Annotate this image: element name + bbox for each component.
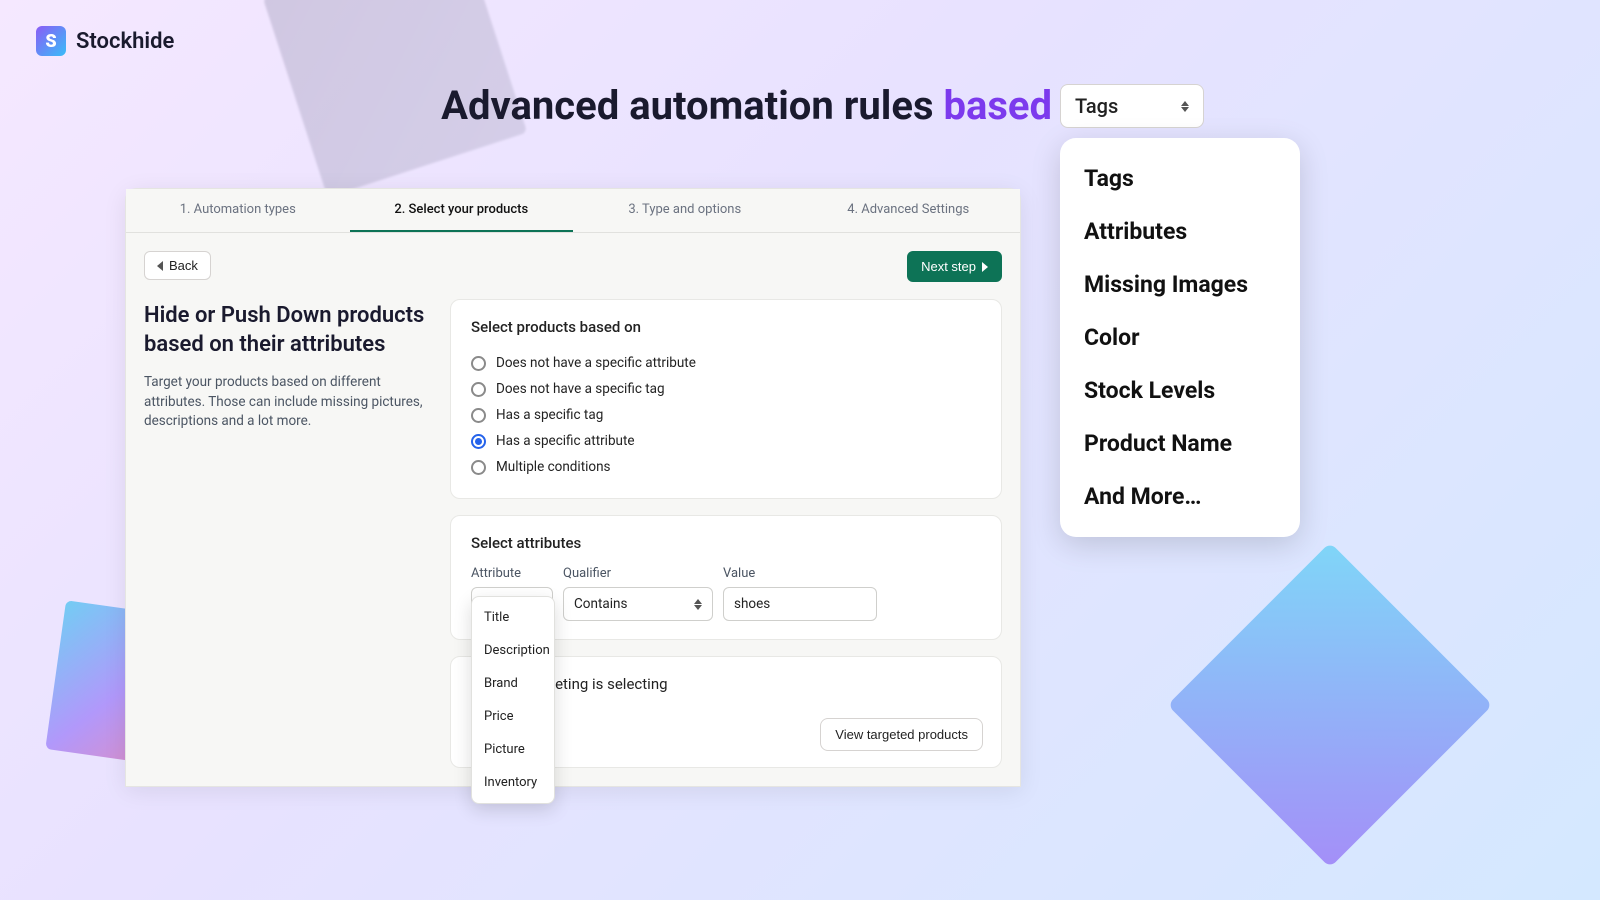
attribute-dropdown-menu: Title Description Brand Price Picture In…	[471, 596, 555, 804]
radio-icon	[471, 356, 486, 371]
next-step-label: Next step	[921, 259, 976, 274]
chevron-left-icon	[157, 261, 163, 271]
chevron-right-icon	[982, 262, 988, 272]
radio-option[interactable]: Has a specific tag	[471, 402, 981, 428]
attribute-option[interactable]: Title	[472, 601, 554, 634]
wizard-tab[interactable]: 4. Advanced Settings	[797, 189, 1021, 232]
radio-option[interactable]: Does not have a specific attribute	[471, 350, 981, 376]
attribute-option[interactable]: Brand	[472, 667, 554, 700]
radio-option[interactable]: Multiple conditions	[471, 454, 981, 480]
attribute-option[interactable]: Price	[472, 700, 554, 733]
wizard-tab[interactable]: 2. Select your products	[350, 189, 574, 232]
basedon-option[interactable]: Product Name	[1060, 417, 1300, 470]
basedon-select-value: Tags	[1075, 94, 1118, 118]
wizard-tabs: 1. Automation types 2. Select your produ…	[126, 189, 1020, 233]
qualifier-label: Qualifier	[563, 566, 713, 581]
basedon-option[interactable]: And More…	[1060, 470, 1300, 523]
radio-icon	[471, 408, 486, 423]
card-heading: Select attributes	[471, 534, 981, 552]
right-column: Select products based on Does not have a…	[450, 299, 1002, 768]
basedon-option[interactable]: Stock Levels	[1060, 364, 1300, 417]
left-column: Back Hide or Push Down products based on…	[144, 251, 432, 432]
app-window: 1. Automation types 2. Select your produ…	[125, 188, 1021, 787]
select-products-card: Select products based on Does not have a…	[450, 299, 1002, 499]
page-headline: Advanced automation rules based on:	[441, 82, 1118, 129]
value-input[interactable]: shoes	[723, 587, 877, 621]
radio-icon	[471, 382, 486, 397]
basedon-select[interactable]: Tags	[1060, 84, 1204, 128]
next-step-button[interactable]: Next step	[907, 251, 1002, 282]
select-attributes-card: Select attributes Attribute Title Qualif…	[450, 515, 1002, 640]
left-title: Hide or Push Down products based on thei…	[144, 302, 432, 359]
attribute-option[interactable]: Picture	[472, 733, 554, 766]
radio-icon	[471, 434, 486, 449]
decorative-cube	[1167, 542, 1492, 867]
basedon-option[interactable]: Color	[1060, 311, 1300, 364]
basedon-option[interactable]: Attributes	[1060, 205, 1300, 258]
sort-caret-icon	[1181, 101, 1189, 112]
wizard-tab[interactable]: 1. Automation types	[126, 189, 350, 232]
basedon-dropdown-menu: Tags Attributes Missing Images Color Sto…	[1060, 138, 1300, 537]
wizard-tab[interactable]: 3. Type and options	[573, 189, 797, 232]
brand-logo-icon: S	[36, 26, 66, 56]
back-button[interactable]: Back	[144, 251, 211, 280]
left-description: Target your products based on different …	[144, 373, 432, 432]
view-targeted-products-button[interactable]: View targeted products	[820, 718, 983, 751]
value-label: Value	[723, 566, 877, 581]
basedon-option[interactable]: Tags	[1060, 152, 1300, 205]
radio-icon	[471, 460, 486, 475]
radio-option[interactable]: Has a specific attribute	[471, 428, 981, 454]
attribute-label: Attribute	[471, 566, 553, 581]
attribute-option[interactable]: Description	[472, 634, 554, 667]
back-label: Back	[169, 258, 198, 273]
sort-caret-icon	[694, 599, 702, 610]
basedon-option[interactable]: Missing Images	[1060, 258, 1300, 311]
radio-option[interactable]: Does not have a specific tag	[471, 376, 981, 402]
card-heading: Select products based on	[471, 318, 981, 336]
attribute-option[interactable]: Inventory	[472, 766, 554, 799]
brand-logo-text: Stockhide	[76, 29, 174, 54]
qualifier-select[interactable]: Contains	[563, 587, 713, 621]
brand-logo: S Stockhide	[36, 26, 174, 56]
